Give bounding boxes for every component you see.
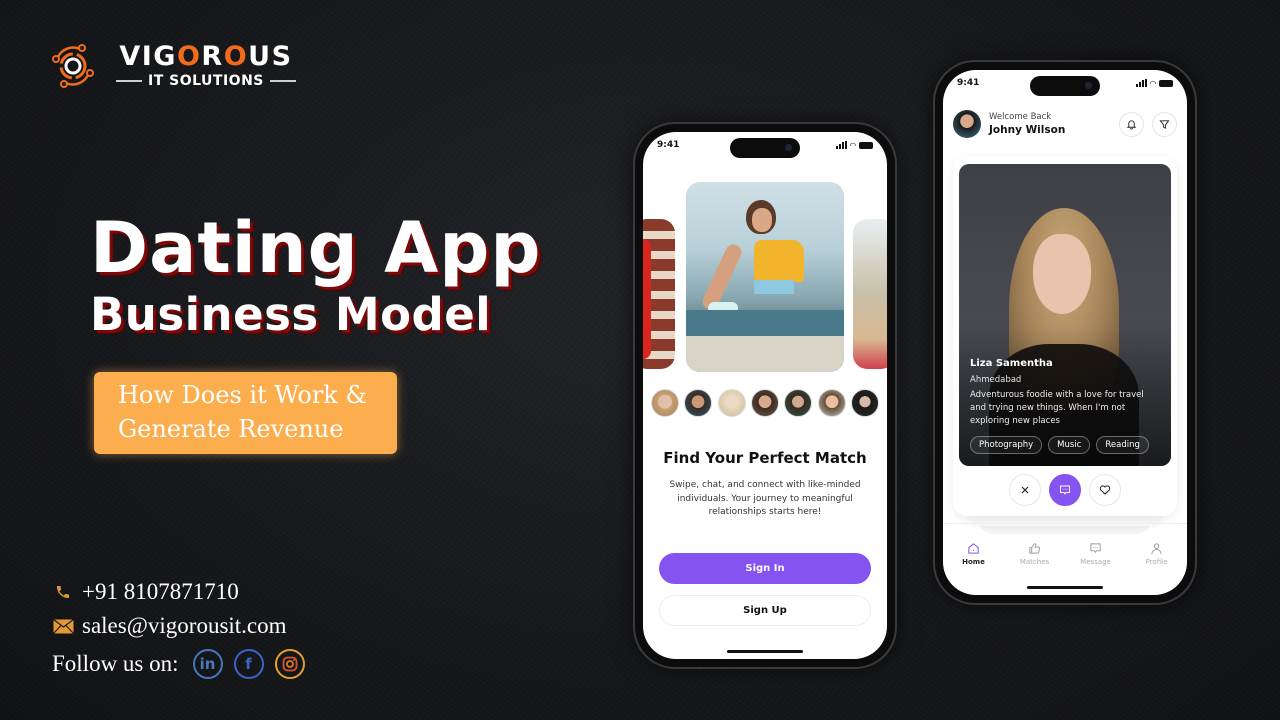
tab-message[interactable]: Message <box>1068 542 1124 566</box>
notification-button[interactable] <box>1119 111 1144 137</box>
avatar[interactable] <box>784 389 813 417</box>
headline-line2: Business Model <box>90 288 492 341</box>
message-button[interactable] <box>1049 474 1081 506</box>
phone-number[interactable]: +91 8107871710 <box>82 579 239 605</box>
bell-icon <box>1126 119 1137 130</box>
interest-chip[interactable]: Reading <box>1096 436 1149 454</box>
home-header: Welcome Back Johny Wilson <box>953 108 1177 140</box>
carousel-photo-main[interactable] <box>686 182 844 372</box>
subtitle-box: How Does it Work & Generate Revenue <box>94 372 397 454</box>
sign-up-button[interactable]: Sign Up <box>659 595 871 626</box>
status-icons: ◠ <box>1135 79 1173 88</box>
home-indicator <box>1027 586 1103 589</box>
facebook-icon[interactable]: f <box>233 649 264 679</box>
status-time: 9:41 <box>657 140 680 150</box>
close-icon <box>1021 486 1029 494</box>
home-icon <box>968 542 979 554</box>
status-icons: ◠ <box>835 141 873 150</box>
sign-in-button[interactable]: Sign In <box>659 553 871 584</box>
chat-icon <box>1060 485 1070 495</box>
linkedin-icon[interactable]: in <box>192 649 223 679</box>
avatar[interactable] <box>717 389 746 417</box>
interest-chip[interactable]: Music <box>1048 436 1091 454</box>
heart-icon <box>1099 485 1111 495</box>
home-indicator <box>727 650 803 653</box>
avatar[interactable] <box>651 389 679 417</box>
instagram-icon[interactable] <box>274 649 305 679</box>
avatar-row <box>651 389 879 417</box>
dynamic-island <box>1030 76 1100 96</box>
profile-city: Ahmedabad <box>970 375 1022 385</box>
dislike-button[interactable] <box>1009 474 1041 506</box>
user-name: Johny Wilson <box>989 124 1066 136</box>
mail-icon <box>52 618 74 634</box>
user-avatar[interactable] <box>953 110 981 138</box>
contact-info: +91 8107871710 sales@vigorousit.com Foll… <box>52 575 305 681</box>
brand-logo: VIGOROUS IT SOLUTIONS <box>50 42 302 89</box>
headline: Dating App Business Model <box>90 205 542 341</box>
thumbs-up-icon <box>1029 542 1041 554</box>
profile-card[interactable]: Liza Samentha Ahmedabad Adventurous food… <box>953 156 1177 516</box>
subtitle-line2: Generate Revenue <box>118 415 344 443</box>
follow-label: Follow us on: <box>52 651 179 676</box>
like-button[interactable] <box>1089 474 1121 506</box>
dynamic-island <box>730 138 800 158</box>
avatar[interactable] <box>750 389 779 417</box>
profile-name: Liza Samentha <box>970 358 1053 369</box>
avatar[interactable] <box>817 389 846 417</box>
carousel-photo-prev[interactable] <box>643 219 675 369</box>
avatar[interactable] <box>850 389 879 417</box>
bottom-tab-bar: Home Matches Message Profile <box>943 523 1187 579</box>
logo-mark-icon <box>52 43 94 88</box>
profile-photo: Liza Samentha Ahmedabad Adventurous food… <box>959 164 1171 466</box>
onboarding-description: Swipe, chat, and connect with like-minde… <box>669 480 861 517</box>
interest-chip[interactable]: Photography <box>970 436 1043 454</box>
brand-name: VIGOROUS <box>119 41 293 72</box>
filter-button[interactable] <box>1152 111 1177 137</box>
photo-carousel[interactable] <box>643 182 887 372</box>
filter-icon <box>1159 119 1170 129</box>
status-time: 9:41 <box>957 78 980 88</box>
onboarding-title: Find Your Perfect Match <box>663 449 867 467</box>
user-icon <box>1151 542 1162 554</box>
tab-profile[interactable]: Profile <box>1129 542 1185 566</box>
profile-bio: Adventurous foodie with a love for trave… <box>970 390 1144 426</box>
phone-icon <box>52 584 74 600</box>
headline-line1: Dating App <box>90 207 542 289</box>
message-icon <box>1090 542 1101 553</box>
carousel-photo-next[interactable] <box>853 219 887 369</box>
email-address[interactable]: sales@vigorousit.com <box>82 613 287 639</box>
phone-mockup-home: 9:41 ◠ Welcome Back Johny Wilson Liza Sa… <box>935 62 1195 603</box>
brand-tagline: IT SOLUTIONS <box>148 73 264 89</box>
tab-matches[interactable]: Matches <box>1007 542 1063 566</box>
subtitle-line1: How Does it Work & <box>118 381 367 409</box>
welcome-text: Welcome Back <box>989 112 1052 122</box>
tab-home[interactable]: Home <box>946 542 1002 566</box>
phone-mockup-onboarding: 9:41 ◠ Find Your Perfect Match Swipe, ch… <box>635 124 895 667</box>
avatar[interactable] <box>684 389 713 417</box>
